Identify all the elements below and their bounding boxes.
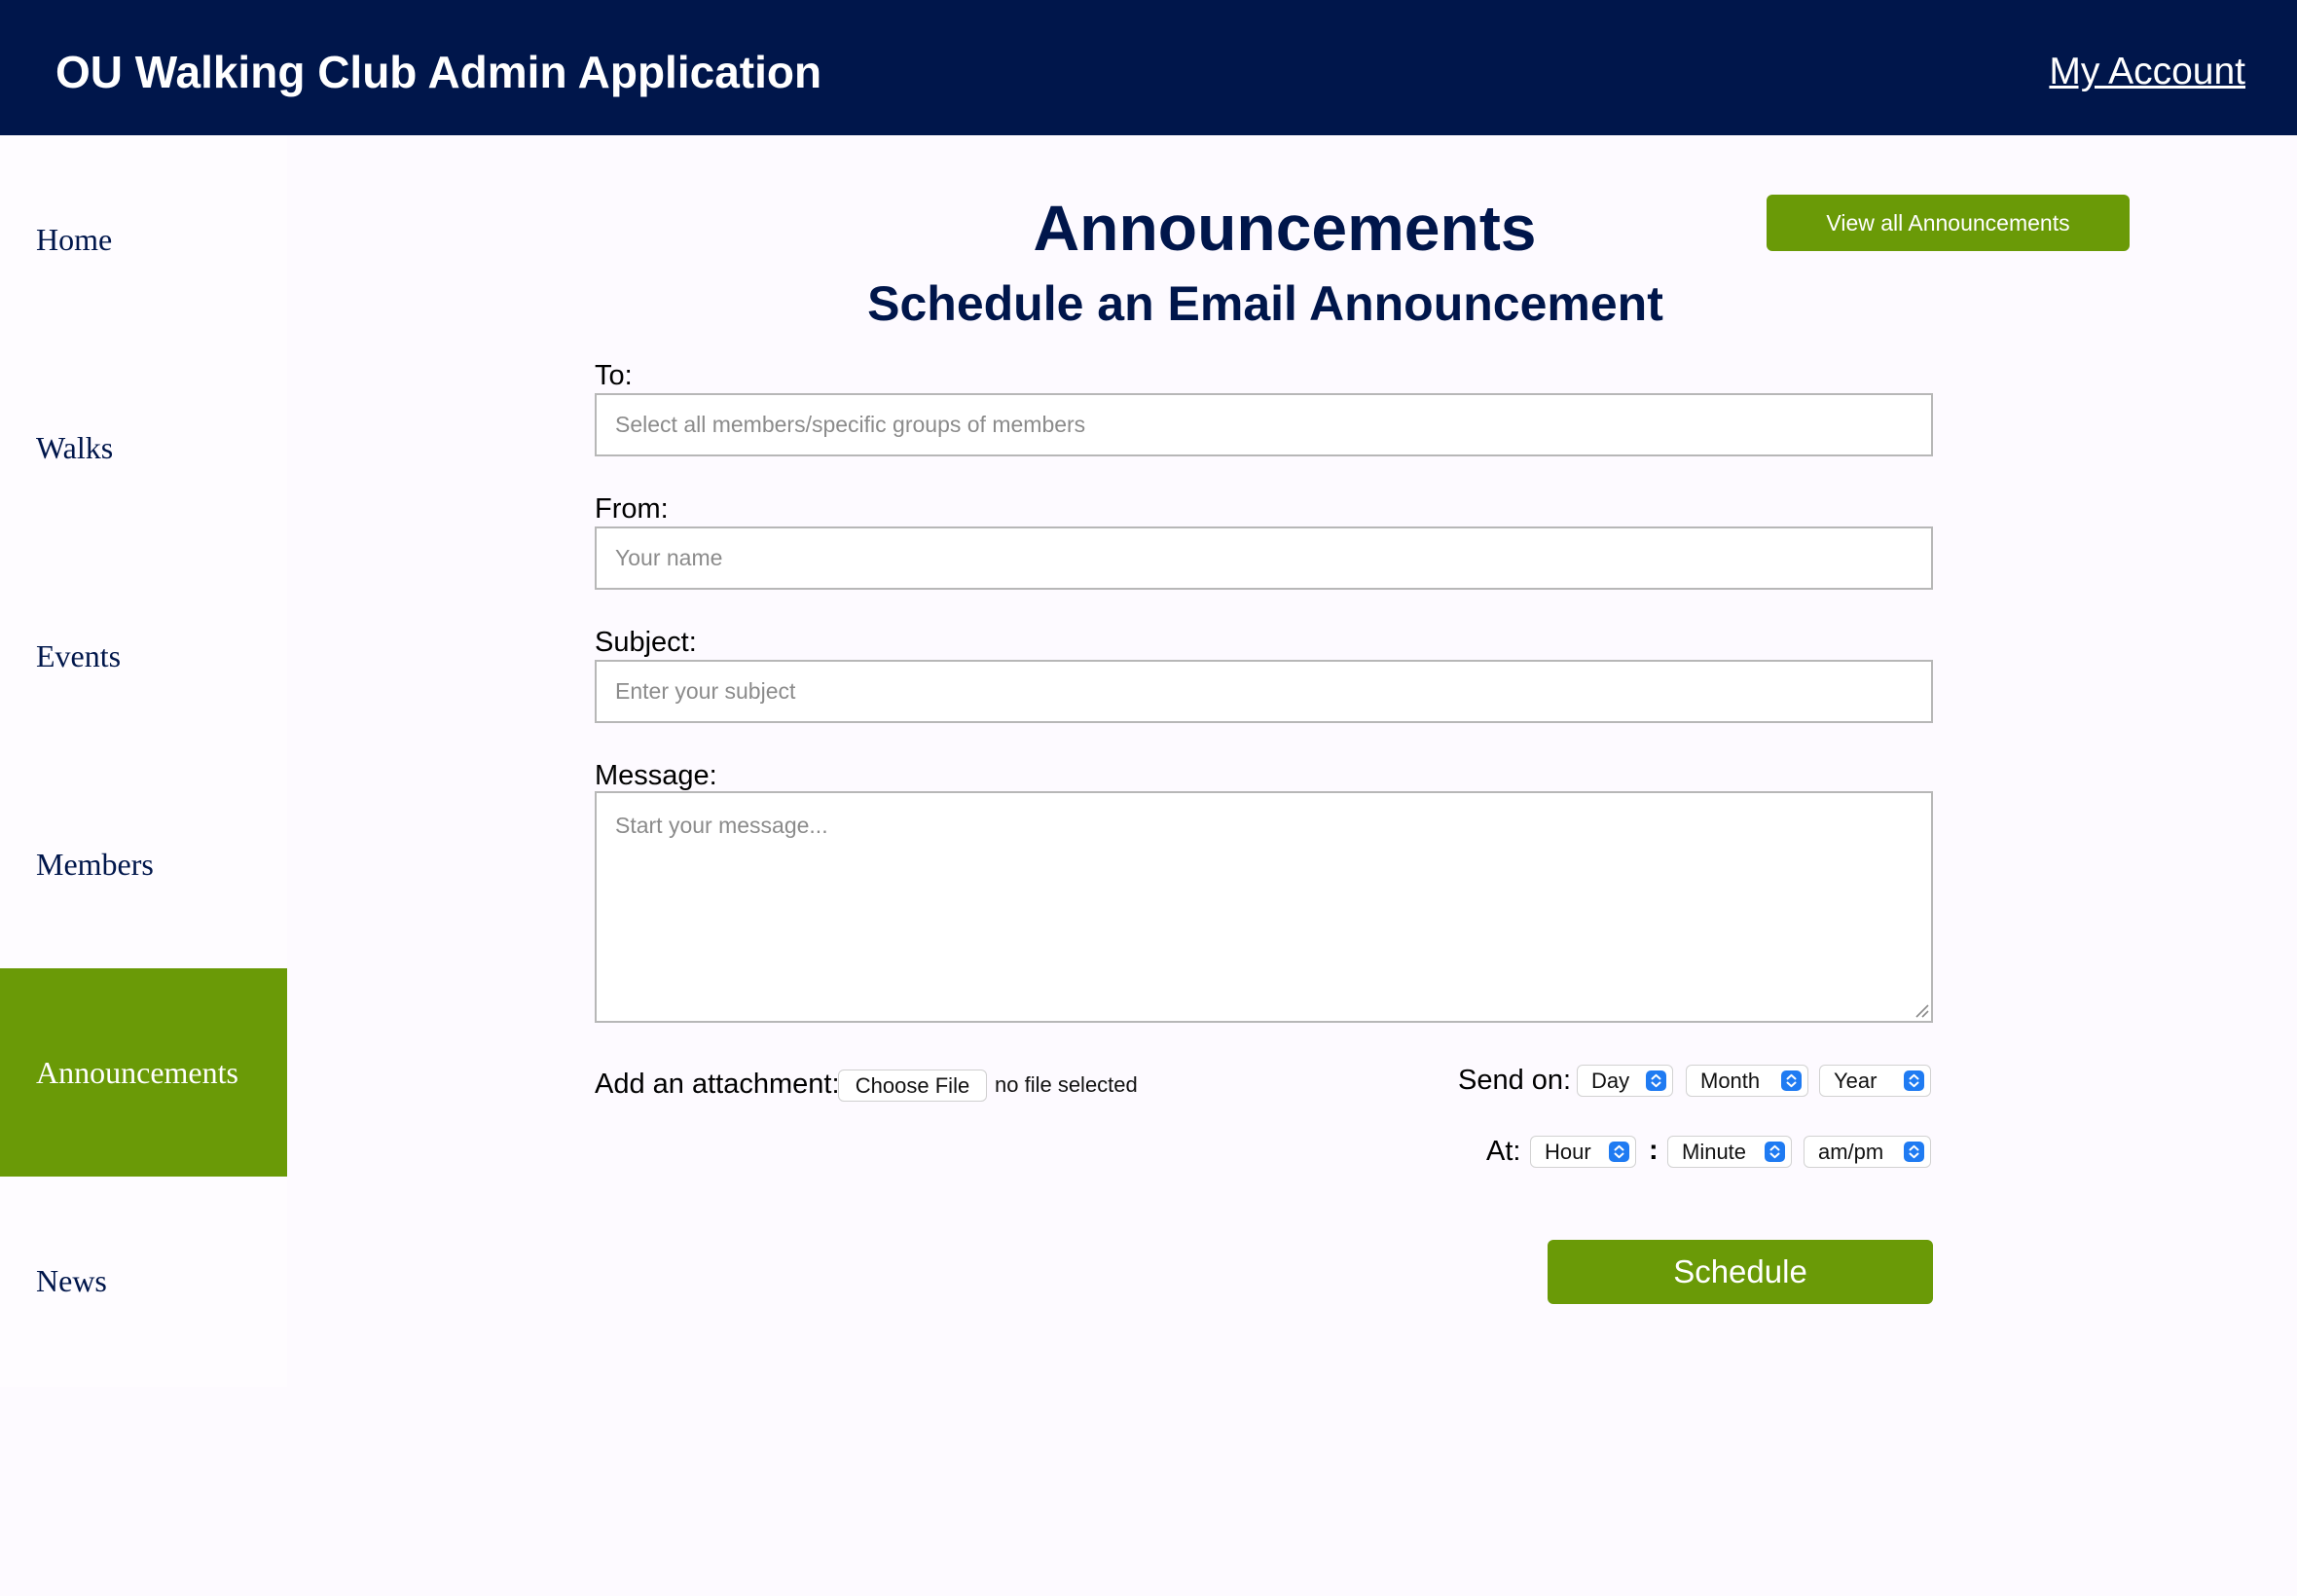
- day-select[interactable]: Day: [1577, 1065, 1673, 1097]
- choose-file-button[interactable]: Choose File: [838, 1070, 987, 1102]
- sidebar-item-announcements[interactable]: Announcements: [0, 968, 287, 1177]
- subject-input[interactable]: [595, 660, 1933, 723]
- page-title: Announcements: [1033, 192, 1537, 264]
- sidebar-nav: Home Walks Events Members Announcements …: [0, 135, 287, 1387]
- sidebar-item-news[interactable]: News: [0, 1177, 287, 1385]
- send-on-label: Send on:: [1458, 1065, 1572, 1096]
- sidebar-item-home[interactable]: Home: [0, 135, 287, 344]
- month-select-value: Month: [1700, 1069, 1761, 1093]
- app-title: OU Walking Club Admin Application: [55, 47, 822, 97]
- time-separator: :: [1649, 1135, 1659, 1166]
- minute-select[interactable]: Minute: [1667, 1136, 1792, 1168]
- chevron-up-down-icon: [1609, 1142, 1629, 1162]
- to-label: To:: [595, 360, 633, 391]
- chevron-up-down-icon: [1781, 1070, 1802, 1091]
- from-label: From:: [595, 493, 669, 525]
- attachment-label: Add an attachment:: [595, 1069, 840, 1100]
- to-input[interactable]: [595, 393, 1933, 456]
- ampm-select[interactable]: am/pm: [1804, 1136, 1931, 1168]
- schedule-button[interactable]: Schedule: [1548, 1240, 1933, 1304]
- sidebar-item-events[interactable]: Events: [0, 552, 287, 760]
- chevron-up-down-icon: [1646, 1070, 1666, 1091]
- app-header: OU Walking Club Admin Application My Acc…: [0, 0, 2297, 135]
- message-label: Message:: [595, 760, 717, 791]
- subject-label: Subject:: [595, 627, 697, 658]
- my-account-link[interactable]: My Account: [2049, 47, 2245, 97]
- message-textarea[interactable]: [595, 791, 1933, 1023]
- chevron-up-down-icon: [1765, 1142, 1785, 1162]
- chevron-up-down-icon: [1904, 1142, 1924, 1162]
- year-select-value: Year: [1834, 1069, 1878, 1093]
- sidebar-item-members[interactable]: Members: [0, 760, 287, 968]
- at-label: At:: [1486, 1136, 1521, 1167]
- ampm-select-value: am/pm: [1818, 1140, 1884, 1164]
- day-select-value: Day: [1591, 1069, 1630, 1093]
- file-status: no file selected: [995, 1072, 1138, 1097]
- hour-select-value: Hour: [1545, 1140, 1591, 1164]
- sidebar-item-walks[interactable]: Walks: [0, 344, 287, 552]
- page-subtitle: Schedule an Email Announcement: [867, 276, 1663, 331]
- minute-select-value: Minute: [1682, 1140, 1747, 1164]
- resize-grip-icon[interactable]: [1914, 1002, 1929, 1018]
- year-select[interactable]: Year: [1819, 1065, 1931, 1097]
- chevron-up-down-icon: [1904, 1070, 1924, 1091]
- view-all-announcements-button[interactable]: View all Announcements: [1767, 195, 2130, 251]
- month-select[interactable]: Month: [1686, 1065, 1808, 1097]
- from-input[interactable]: [595, 526, 1933, 590]
- hour-select[interactable]: Hour: [1530, 1136, 1636, 1168]
